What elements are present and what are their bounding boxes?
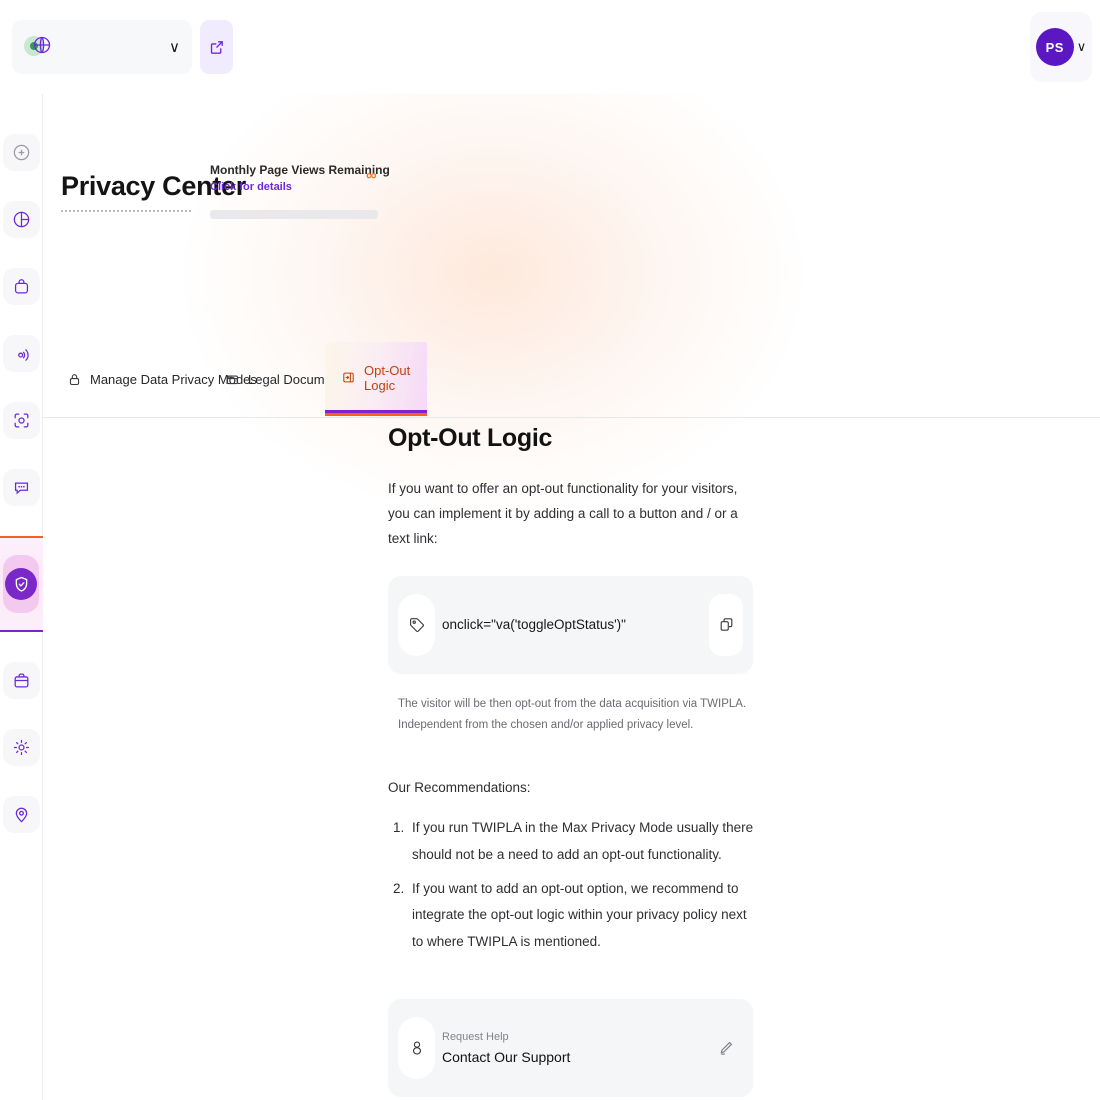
quota-details-link[interactable]: Click for details	[210, 181, 292, 193]
content-area: Privacy Center Monthly Page Views Remain…	[43, 94, 1100, 1100]
bag-icon	[14, 279, 28, 294]
section-heading: Opt-Out Logic	[388, 424, 553, 452]
quota-value: ∞	[366, 167, 377, 184]
briefcase-icon	[14, 673, 28, 688]
chevron-down-icon: ∨	[169, 38, 180, 56]
title-underline	[61, 210, 191, 212]
sidebar-item-sessions[interactable]	[2, 402, 40, 439]
support-card[interactable]: Request Help Contact Our Support	[388, 999, 753, 1097]
pencil-icon	[720, 1041, 733, 1055]
top-bar: ∨ PS ∨	[0, 0, 1100, 94]
app-root: ∨ PS ∨ Privacy Center Monthly Page Views…	[0, 0, 1100, 1100]
main-panel: Opt-Out Logic If you want to offer an op…	[388, 424, 758, 1097]
code-snippet-card: onclick="va('toggleOptStatus')"	[388, 575, 753, 674]
quota-label: Monthly Page Views Remaining	[210, 163, 390, 177]
tab-opt-out-logic[interactable]: Opt-Out Logic	[325, 342, 427, 416]
sidebar-item-feedback[interactable]	[2, 469, 40, 506]
signal-icon	[17, 349, 29, 361]
folder-icon	[225, 372, 240, 387]
quota-progress-bar	[210, 210, 378, 219]
tag-icon	[398, 593, 435, 656]
support-value: Contact Our Support	[442, 1049, 571, 1065]
avatar: PS	[1035, 28, 1074, 66]
list-item: If you want to add an opt-out option, we…	[408, 876, 758, 955]
sidebar-item-dashboard[interactable]	[2, 201, 40, 238]
map-pin-icon	[15, 807, 27, 823]
lock-icon	[67, 372, 82, 387]
support-label: Request Help	[442, 1031, 509, 1043]
plus-circle-icon	[13, 144, 29, 161]
focus-target-icon	[14, 413, 28, 428]
external-link-icon	[210, 40, 223, 54]
tab-label: Opt-Out Logic	[364, 362, 411, 393]
recommendations-title: Our Recommendations:	[388, 780, 531, 796]
intro-paragraph: If you want to offer an opt-out function…	[388, 481, 738, 546]
user-menu[interactable]: PS ∨	[1030, 12, 1092, 82]
copy-icon	[720, 618, 732, 632]
sidebar	[0, 94, 43, 1100]
pie-chart-icon	[13, 211, 29, 228]
site-selector[interactable]: ∨	[12, 20, 192, 74]
sidebar-item-add-new[interactable]	[2, 134, 40, 171]
globe-icon	[24, 34, 51, 60]
copy-snippet-button[interactable]	[709, 593, 743, 656]
sidebar-item-geo[interactable]	[2, 796, 40, 833]
opt-out-icon	[341, 370, 356, 385]
chevron-down-icon: ∨	[1076, 39, 1087, 54]
sidebar-item-settings[interactable]	[2, 729, 40, 766]
sidebar-item-reports[interactable]	[2, 662, 40, 699]
open-site-button[interactable]	[200, 20, 233, 74]
tab-bar: Manage Data Privacy Modes Legal Document…	[43, 322, 1100, 418]
support-text: Request Help Contact Our Support	[435, 1031, 709, 1065]
sidebar-item-realtime[interactable]	[2, 335, 40, 372]
page-header: Privacy Center Monthly Page Views Remain…	[43, 94, 1100, 324]
sidebar-item-ecommerce[interactable]	[2, 268, 40, 305]
edit-support-button[interactable]	[709, 1017, 743, 1079]
person-icon	[398, 1017, 435, 1079]
code-note: The visitor will be then opt-out from th…	[398, 697, 747, 732]
recommendations-list: If you run TWIPLA in the Max Privacy Mod…	[408, 815, 758, 955]
shield-check-icon	[15, 576, 27, 592]
sidebar-item-privacy[interactable]	[0, 536, 43, 632]
gear-icon	[13, 739, 29, 756]
chat-bubble-icon	[14, 482, 28, 495]
list-item: If you run TWIPLA in the Max Privacy Mod…	[408, 815, 758, 868]
code-snippet-text: onclick="va('toggleOptStatus')"	[442, 617, 626, 633]
